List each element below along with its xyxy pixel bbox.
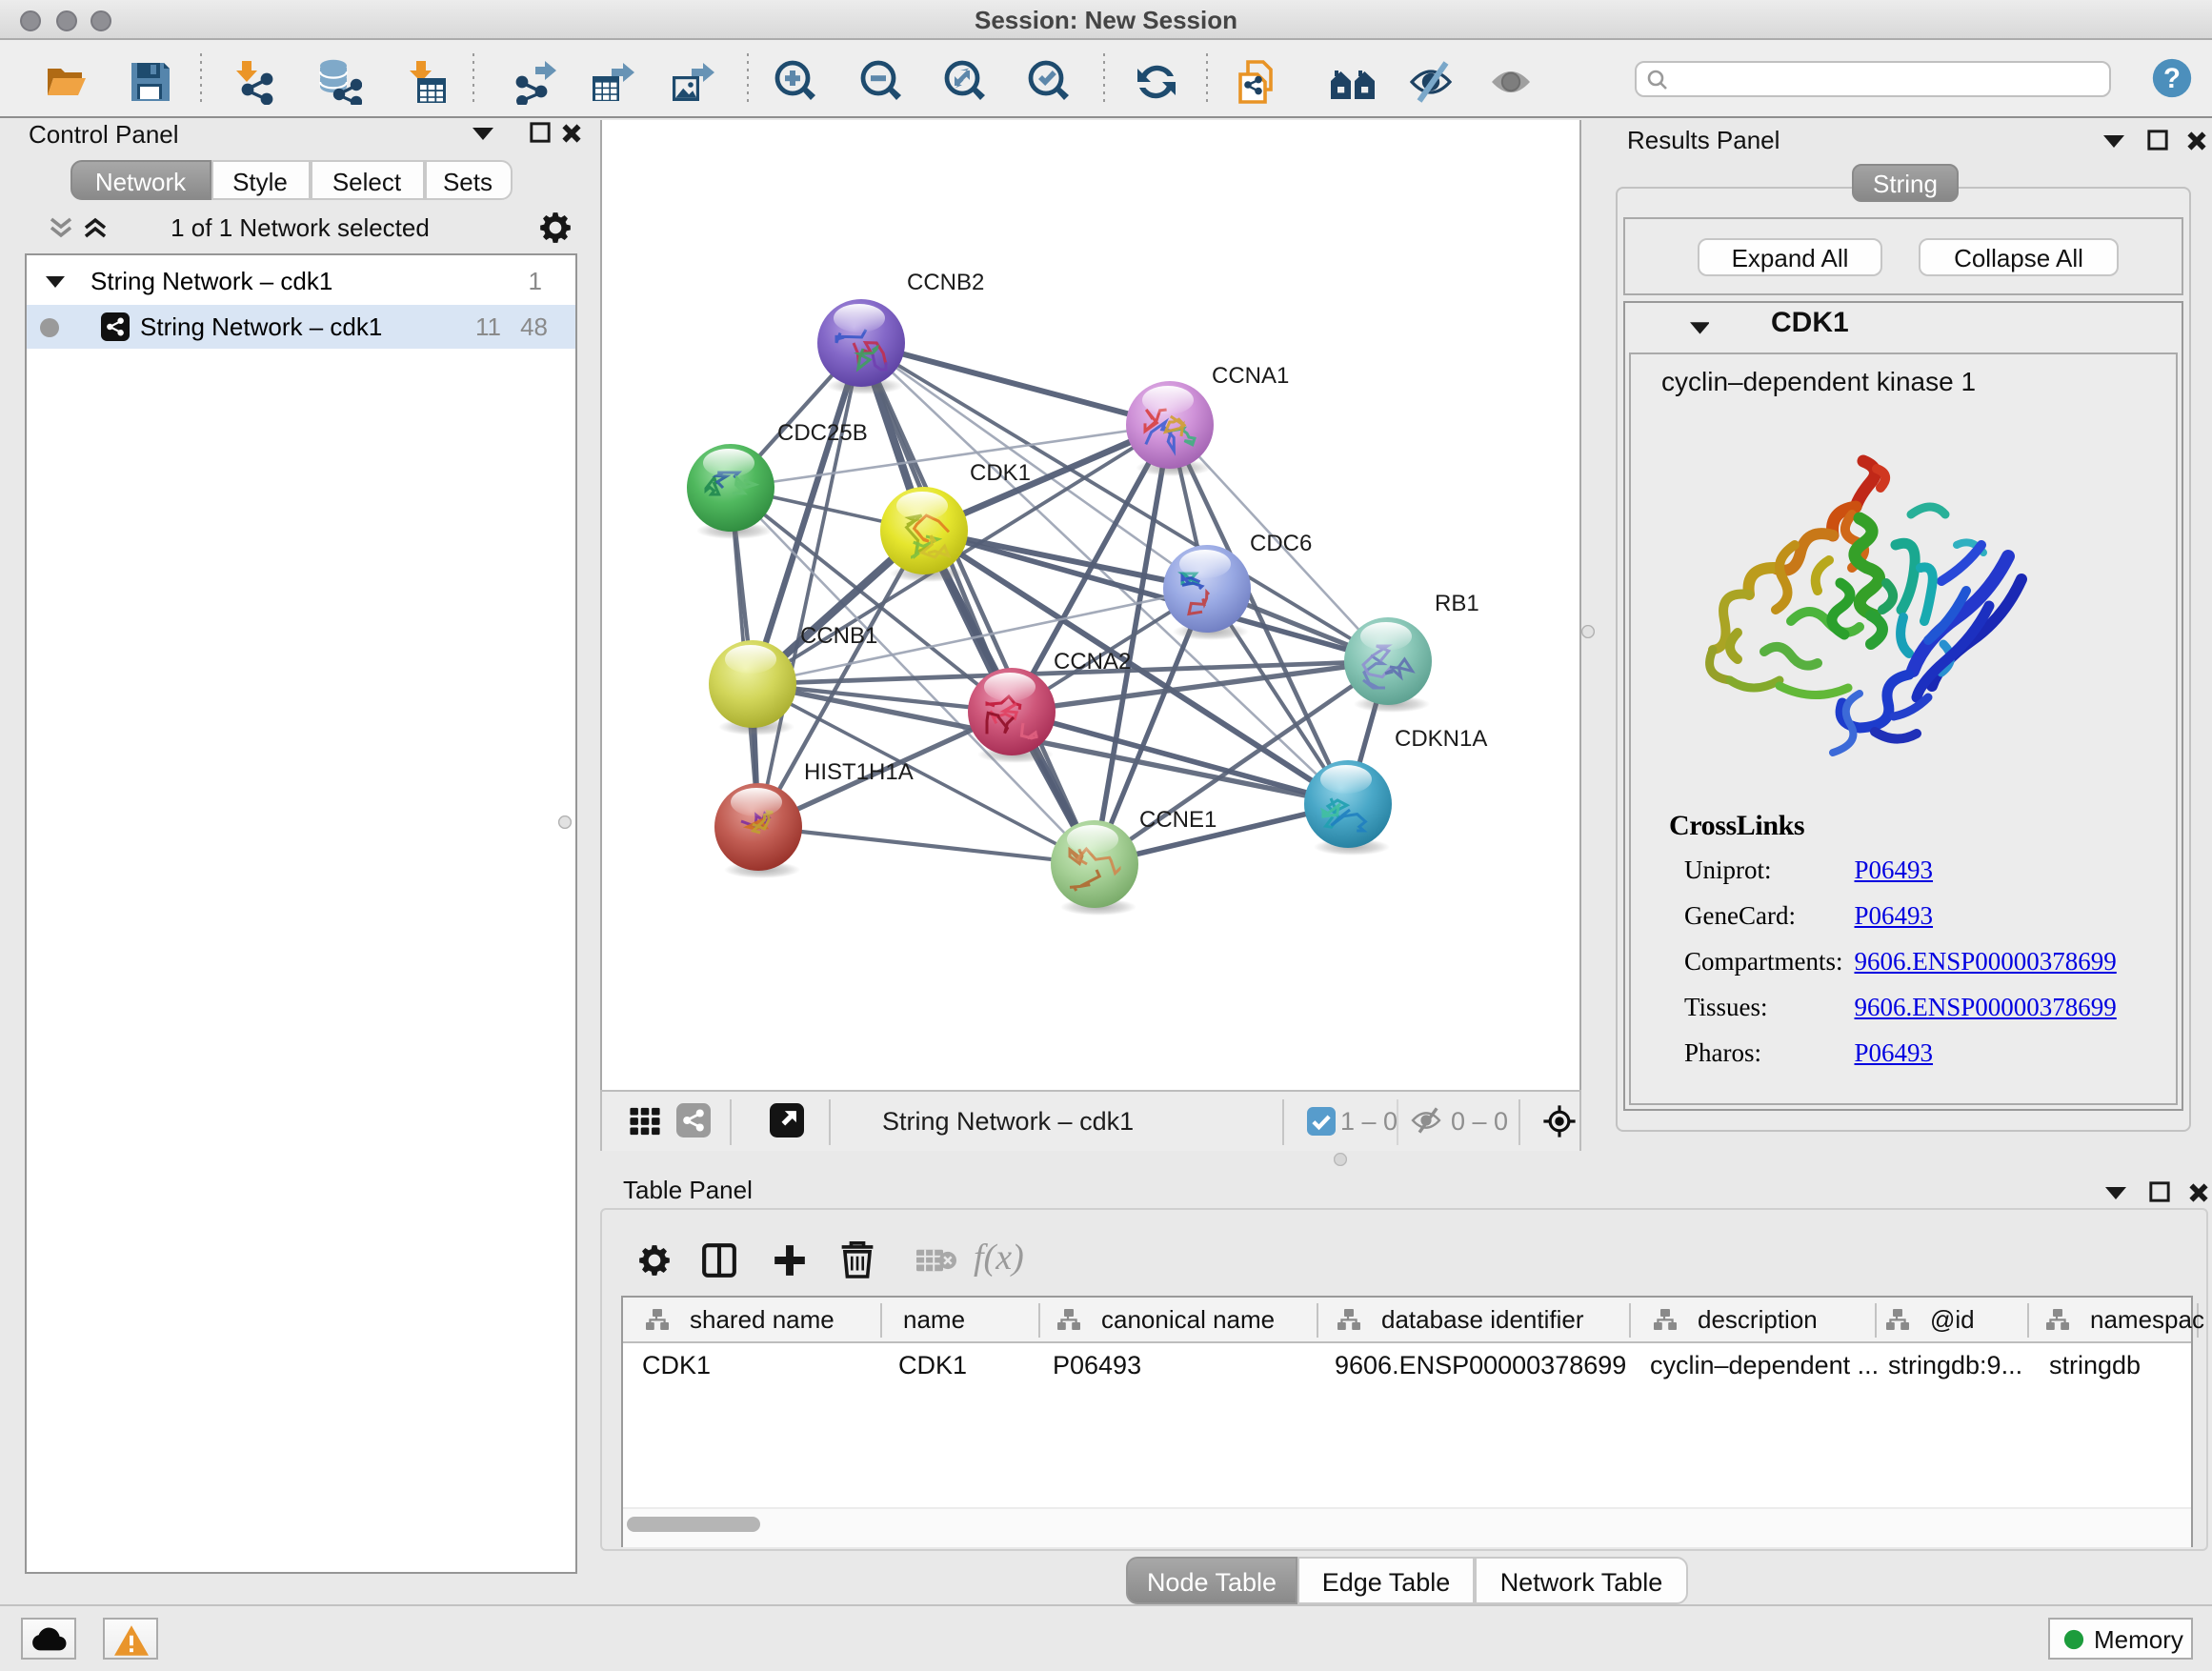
svg-text:CCNB2: CCNB2 (907, 269, 984, 294)
svg-text:HIST1H1A: HIST1H1A (804, 758, 914, 784)
svg-text:CCNE1: CCNE1 (1139, 806, 1217, 832)
svg-text:CCNB1: CCNB1 (800, 622, 877, 648)
svg-text:?: ? (2163, 63, 2181, 94)
svg-text:CCNA1: CCNA1 (1212, 362, 1289, 388)
svg-text:CDC25B: CDC25B (777, 419, 868, 445)
svg-text:CDKN1A: CDKN1A (1395, 725, 1487, 751)
svg-text:CDK1: CDK1 (970, 459, 1031, 485)
svg-text:CCNA2: CCNA2 (1054, 648, 1131, 674)
svg-text:CDC6: CDC6 (1250, 530, 1312, 555)
svg-text:RB1: RB1 (1435, 590, 1479, 615)
